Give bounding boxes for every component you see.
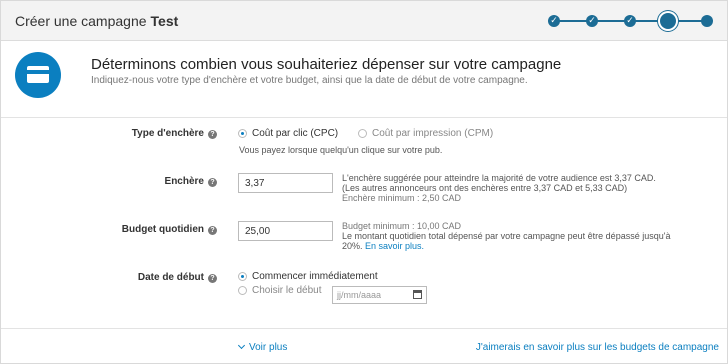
daily-budget-note: Budget minimum : 10,00 CAD Le montant qu… [342, 221, 670, 251]
progress-line-completed [554, 20, 668, 22]
show-more-label: Voir plus [249, 342, 288, 353]
daily-budget-input[interactable] [238, 221, 333, 241]
page-title: Créer une campagne Test [15, 13, 178, 29]
chevron-down-icon [237, 341, 246, 350]
bid-label-text: Enchère [164, 176, 204, 187]
bid-type-label: Type d'enchère? [132, 128, 217, 139]
page-title-text: Créer une campagne [15, 13, 147, 29]
bid-note-suggested: L'enchère suggérée pour atteindre la maj… [342, 173, 656, 183]
radio-choose-start-label: Choisir le début [252, 285, 322, 296]
bid-input[interactable] [238, 173, 333, 193]
help-icon[interactable]: ? [208, 226, 217, 235]
start-date-label-text: Date de début [137, 272, 204, 283]
step-2-check-icon[interactable]: ✓ [586, 15, 598, 27]
step-4-current [660, 13, 676, 29]
radio-unselected-icon[interactable] [358, 129, 367, 138]
credit-card-icon [15, 52, 61, 98]
budget-note-percent: 20%. [342, 241, 363, 251]
radio-cpm-label: Coût par impression (CPM) [372, 128, 494, 139]
bid-type-label-text: Type d'enchère [131, 128, 204, 139]
radio-selected-icon[interactable] [238, 272, 247, 281]
step-5-pending [701, 15, 713, 27]
help-icon[interactable]: ? [208, 178, 217, 187]
budget-info-link[interactable]: J'aimerais en savoir plus sur les budget… [476, 342, 719, 353]
step-progress: ✓ ✓ ✓ [548, 13, 713, 29]
radio-selected-icon[interactable] [238, 129, 247, 138]
start-date-placeholder: jj/mm/aaaa [337, 290, 382, 300]
bid-note-range: (Les autres annonceurs ont des enchères … [342, 183, 628, 193]
help-icon[interactable]: ? [208, 274, 217, 283]
bid-note: L'enchère suggérée pour atteindre la maj… [342, 173, 656, 203]
show-more-link[interactable]: Voir plus [237, 341, 288, 353]
start-date-label: Date de début? [138, 272, 217, 283]
radio-unselected-icon[interactable] [238, 286, 247, 295]
step-3-check-icon[interactable]: ✓ [624, 15, 636, 27]
calendar-icon[interactable] [413, 290, 422, 299]
help-icon[interactable]: ? [208, 130, 217, 139]
intro-subtitle: Indiquez-nous votre type d'enchère et vo… [91, 75, 528, 86]
wizard-header: Créer une campagne Test ✓ ✓ ✓ [1, 1, 727, 41]
daily-budget-label: Budget quotidien? [122, 224, 217, 235]
learn-more-link[interactable]: En savoir plus. [365, 241, 424, 251]
step-1-check-icon[interactable]: ✓ [548, 15, 560, 27]
intro-section: Déterminons combien vous souhaiteriez dé… [1, 42, 727, 118]
wizard-footer: Voir plus J'aimerais en savoir plus sur … [1, 328, 727, 363]
start-date-input[interactable]: jj/mm/aaaa [332, 286, 427, 304]
bid-label: Enchère? [165, 176, 217, 187]
budget-note-overage: Le montant quotidien total dépensé par v… [342, 231, 671, 241]
campaign-name: Test [150, 13, 179, 29]
campaign-wizard: Créer une campagne Test ✓ ✓ ✓ Déterminons… [0, 0, 728, 364]
daily-budget-label-text: Budget quotidien [121, 224, 204, 235]
radio-cpc-label: Coût par clic (CPC) [252, 128, 339, 139]
radio-start-now-label: Commencer immédiatement [252, 271, 378, 282]
intro-title: Déterminons combien vous souhaiteriez dé… [91, 56, 562, 73]
bid-note-minimum: Enchère minimum : 2,50 CAD [342, 193, 462, 203]
budget-note-minimum: Budget minimum : 10,00 CAD [342, 221, 462, 231]
budget-note-percent-line: 20%. En savoir plus. [342, 241, 670, 251]
bid-type-note: Vous payez lorsque quelqu'un clique sur … [239, 145, 443, 155]
